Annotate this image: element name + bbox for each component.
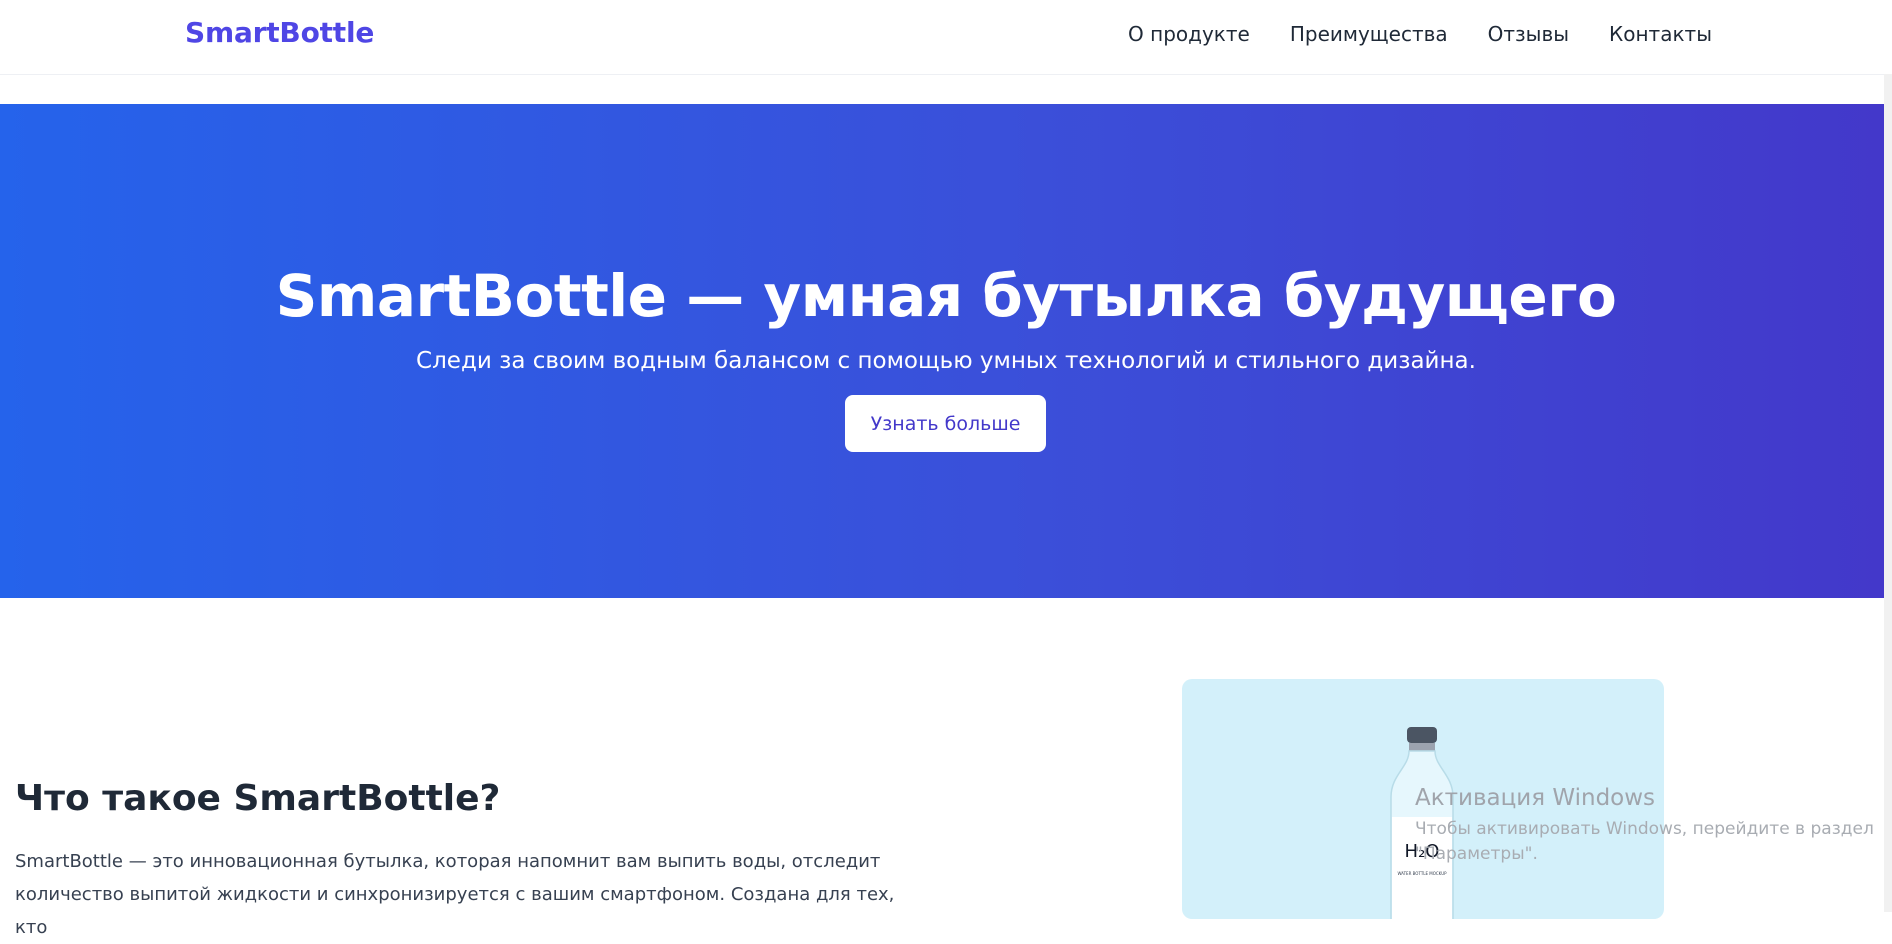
brand-logo[interactable]: SmartBottle bbox=[185, 16, 374, 49]
site-header: SmartBottle О продукте Преимущества Отзы… bbox=[0, 0, 1892, 75]
bottle-image: H₂O WATER BOTTLE MOCKUP bbox=[1390, 727, 1454, 919]
about-title: Что такое SmartBottle? bbox=[15, 778, 501, 819]
nav-link-advantages[interactable]: Преимущества bbox=[1290, 22, 1448, 46]
nav-link-contacts[interactable]: Контакты bbox=[1609, 22, 1712, 46]
hero-section: SmartBottle — умная бутылка будущего Сле… bbox=[0, 104, 1892, 598]
nav-link-about[interactable]: О продукте bbox=[1128, 22, 1250, 46]
nav-link-reviews[interactable]: Отзывы bbox=[1488, 22, 1569, 46]
about-text: SmartBottle — это инновационная бутылка,… bbox=[15, 851, 895, 938]
hero-subtitle: Следи за своим водным балансом с помощью… bbox=[416, 348, 1476, 374]
main-nav: О продукте Преимущества Отзывы Контакты bbox=[1128, 22, 1712, 46]
product-image-card: H₂O WATER BOTTLE MOCKUP bbox=[1182, 679, 1664, 919]
page-scrollbar[interactable] bbox=[1884, 74, 1892, 912]
hero-title: SmartBottle — умная бутылка будущего bbox=[275, 262, 1617, 330]
bottle-label-sub: WATER BOTTLE MOCKUP bbox=[1397, 871, 1447, 876]
bottle-label-main: H₂O bbox=[1405, 841, 1440, 862]
learn-more-button[interactable]: Узнать больше bbox=[845, 395, 1046, 452]
